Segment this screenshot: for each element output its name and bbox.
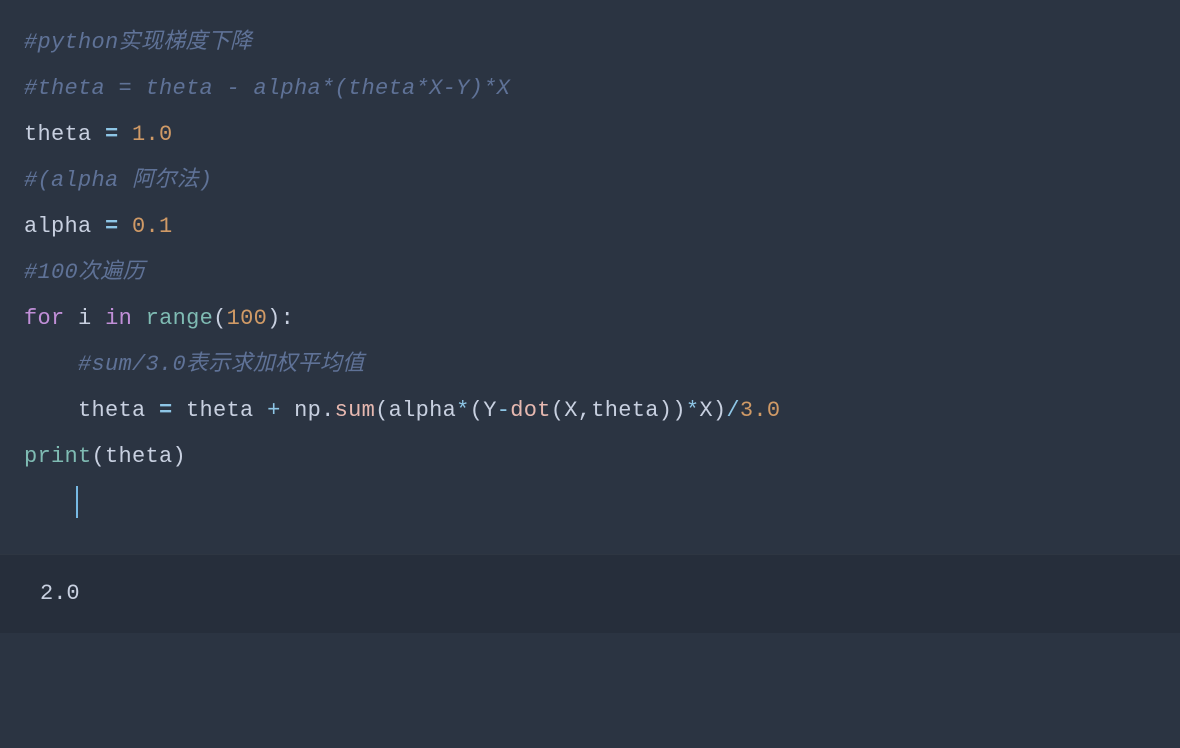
comment-line: #sum/3.0表示求加权平均值 xyxy=(78,352,364,377)
identifier: theta xyxy=(591,398,659,423)
number-literal: 3.0 xyxy=(740,398,781,423)
code-content: #python实现梯度下降 #theta = theta - alpha*(th… xyxy=(24,20,1156,480)
operator: = xyxy=(92,214,133,239)
dot: . xyxy=(321,398,335,423)
space xyxy=(132,306,146,331)
identifier: alpha xyxy=(389,398,457,423)
paren-close: ) xyxy=(173,444,187,469)
code-cell[interactable]: #python实现梯度下降 #theta = theta - alpha*(th… xyxy=(0,0,1180,554)
identifier: X xyxy=(564,398,578,423)
space xyxy=(92,306,106,331)
indent xyxy=(24,352,78,377)
paren-open: ( xyxy=(92,444,106,469)
identifier: Y xyxy=(483,398,497,423)
paren-open: ( xyxy=(213,306,227,331)
builtin-print: print xyxy=(24,444,92,469)
cursor-line xyxy=(24,480,1156,526)
paren-close: ) xyxy=(672,398,686,423)
comment-line: #(alpha 阿尔法) xyxy=(24,168,212,193)
identifier: alpha xyxy=(24,214,92,239)
output-cell: 2.0 xyxy=(0,554,1180,633)
comment-line: #theta = theta - alpha*(theta*X-Y)*X xyxy=(24,76,510,101)
identifier: theta xyxy=(186,398,254,423)
colon: : xyxy=(281,306,295,331)
keyword-in: in xyxy=(105,306,132,331)
number-literal: 1.0 xyxy=(132,122,173,147)
paren-open: ( xyxy=(551,398,565,423)
indent xyxy=(24,398,78,423)
comment-line: #python实现梯度下降 xyxy=(24,30,252,55)
number-literal: 0.1 xyxy=(132,214,173,239)
space xyxy=(65,306,79,331)
text-cursor-icon xyxy=(76,486,78,518)
identifier: np xyxy=(294,398,321,423)
builtin-range: range xyxy=(146,306,214,331)
operator: + xyxy=(254,398,295,423)
operator: - xyxy=(497,398,511,423)
output-value: 2.0 xyxy=(40,579,1140,609)
identifier: i xyxy=(78,306,92,331)
operator: * xyxy=(456,398,470,423)
comment-line: #100次遍历 xyxy=(24,260,145,285)
operator: * xyxy=(686,398,700,423)
fn-sum: sum xyxy=(335,398,376,423)
identifier: theta xyxy=(78,398,146,423)
operator: = xyxy=(92,122,133,147)
paren-close: ) xyxy=(659,398,673,423)
number-literal: 100 xyxy=(227,306,268,331)
operator: / xyxy=(726,398,740,423)
paren-close: ) xyxy=(713,398,727,423)
fn-dot: dot xyxy=(510,398,551,423)
comma: , xyxy=(578,398,592,423)
identifier: theta xyxy=(105,444,173,469)
identifier: X xyxy=(699,398,713,423)
identifier: theta xyxy=(24,122,92,147)
paren-open: ( xyxy=(375,398,389,423)
paren-open: ( xyxy=(470,398,484,423)
operator: = xyxy=(146,398,187,423)
paren-close: ) xyxy=(267,306,281,331)
keyword-for: for xyxy=(24,306,65,331)
